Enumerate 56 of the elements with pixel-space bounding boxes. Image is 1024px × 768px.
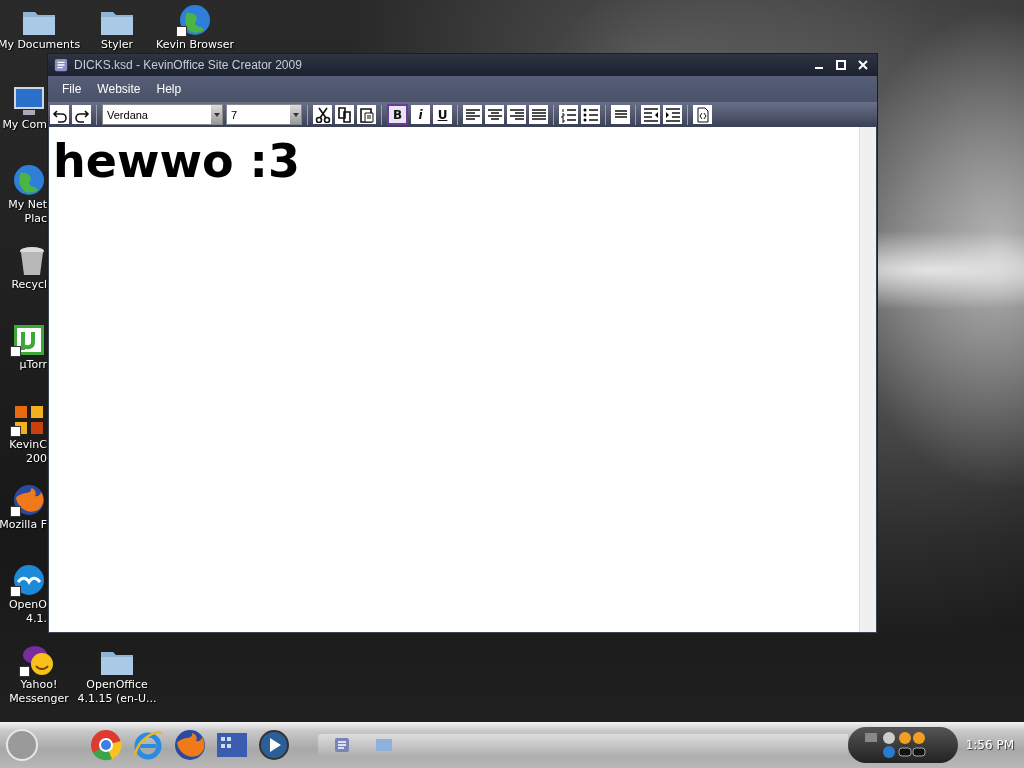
gull-icon [13,564,45,596]
firefox-icon [13,484,45,516]
chrome-icon[interactable] [90,729,122,761]
window-title: DICKS.ksd - KevinOffice Site Creator 2009 [74,58,302,72]
align-left-icon[interactable] [463,105,482,124]
menu-item[interactable]: Website [89,82,149,96]
outdent-icon[interactable] [641,105,660,124]
size-dropdown[interactable]: 7 [226,104,302,125]
bullet-list-icon[interactable] [581,105,600,124]
menu-item[interactable]: Help [148,82,190,96]
desktop-icon-label[interactable]: OpenO 4.1. [8,598,47,626]
desktop-icon-label[interactable]: Recycl [11,278,47,292]
source-code-icon[interactable] [693,105,712,124]
font-dropdown[interactable]: Verdana [102,104,223,125]
desktop-icon-label[interactable]: Kevin Browser [156,38,235,52]
cut-icon[interactable] [313,105,332,124]
numbered-list-icon[interactable] [559,105,578,124]
redo-icon[interactable] [72,105,91,124]
dropdown-arrow-icon [213,112,220,117]
maximize-icon[interactable] [836,60,846,70]
menu-item[interactable]: File [54,82,90,96]
dropdown-arrow-icon [292,112,299,117]
justify-icon[interactable] [529,105,548,124]
smiley-icon [22,644,56,676]
desktop-icon-label[interactable]: Yahoo! Messenger [9,678,69,706]
format-button[interactable]: i [411,105,430,124]
paragraph-icon[interactable] [611,105,630,124]
desktop-icon-label[interactable]: µTorr [19,358,47,372]
document-text: hewwo :3 [52,133,301,190]
app-task-icon[interactable] [334,737,350,753]
desktop-icon-label[interactable]: My Net Plac [8,198,47,226]
computer-icon [13,86,45,116]
globe-icon [13,164,45,196]
format-button[interactable]: U [433,105,452,124]
app-grid-icon[interactable] [216,730,248,760]
undo-icon[interactable] [50,105,69,124]
indent-icon[interactable] [663,105,682,124]
torrent-icon [13,324,45,356]
desktop-icon-label[interactable]: My Com [2,118,47,132]
trash-icon [19,246,45,276]
start-button[interactable] [6,729,38,761]
desktop-icon-label[interactable]: OpenOffice 4.1.15 (en-U... [77,678,157,706]
app-icon [54,58,68,72]
firefox-icon [174,729,206,761]
desktop-icon-label[interactable]: Mozilla F [0,518,47,532]
desktop-icon-label[interactable]: Styler [100,38,134,52]
align-center-icon[interactable] [485,105,504,124]
office-icon [13,404,45,436]
desktop-icon-label[interactable]: KevinC 200 [9,438,47,466]
close-icon[interactable] [858,60,868,70]
globe-icon [179,4,211,36]
copy-icon[interactable] [335,105,354,124]
align-right-icon[interactable] [507,105,526,124]
format-button[interactable]: B [387,104,408,125]
paste-icon[interactable] [357,105,376,124]
play-icon[interactable] [258,729,290,761]
